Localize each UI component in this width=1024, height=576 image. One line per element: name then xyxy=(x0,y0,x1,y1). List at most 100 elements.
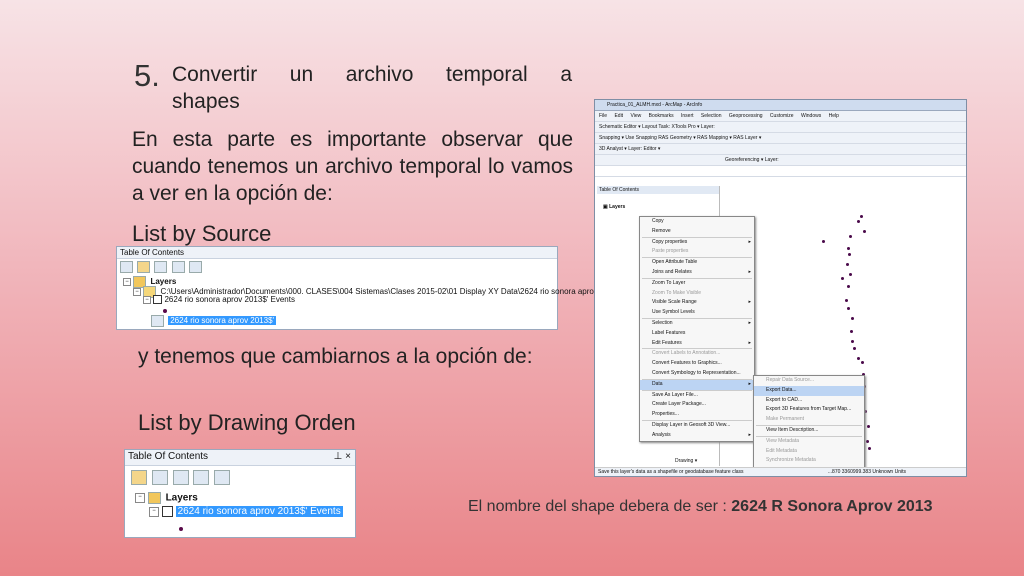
menu-windows[interactable]: Windows xyxy=(801,113,821,119)
toc-source-table-row[interactable]: 2624 rio sonora aprov 2013$' xyxy=(151,315,277,327)
context-item-convert-symbology-to-representation[interactable]: Convert Symbology to Representation... xyxy=(640,369,754,379)
drawing-toolbar[interactable]: Drawing ▾ xyxy=(675,458,697,464)
context-item-joins-and-relates[interactable]: Joins and Relates ▸ xyxy=(640,268,754,278)
context-item-save-as-layer-file[interactable]: Save As Layer File... xyxy=(640,391,754,401)
layers-label: Layers xyxy=(150,277,177,287)
toc-drawing-layer-row[interactable]: − 2624 rio sonora aprov 2013$' Events xyxy=(149,506,343,518)
list-by-selection-icon[interactable] xyxy=(193,470,210,485)
status-text: Save this layer's data as a shapefile or… xyxy=(598,469,744,475)
toolbar-schematic[interactable]: Schematic Editor ▾ Layout Task: XTools P… xyxy=(595,122,966,133)
map-event-point xyxy=(857,220,860,223)
data-item-view-metadata[interactable]: View Metadata xyxy=(754,437,864,447)
context-item-zoom-to-make-visible[interactable]: Zoom To Make Visible xyxy=(640,289,754,299)
data-item-make-permanent[interactable]: Make Permanent xyxy=(754,415,864,425)
list-by-drawing-order-icon[interactable] xyxy=(131,470,147,485)
menu-customize[interactable]: Customize xyxy=(770,113,794,119)
context-item-visible-scale-range[interactable]: Visible Scale Range ▸ xyxy=(640,298,754,308)
data-item-edit-metadata[interactable]: Edit Metadata xyxy=(754,447,864,457)
context-item-convert-labels-to-annotation[interactable]: Convert Labels to Annotation... xyxy=(640,349,754,359)
point-symbol-dot xyxy=(163,306,167,315)
collapse-icon[interactable]: − xyxy=(133,288,141,296)
toc-list-by-source: Table Of Contents − Layers − C:\Users\Ad… xyxy=(116,246,634,330)
context-item-open-attribute-table[interactable]: Open Attribute Table xyxy=(640,258,754,268)
pin-close-icon[interactable]: ⊥ × xyxy=(334,451,351,462)
toolbar-georeferencing[interactable]: Georeferencing ▾ Layer: xyxy=(595,155,966,166)
data-item-export-to-cad[interactable]: Export to CAD... xyxy=(754,396,864,406)
data-item-view-item-description[interactable]: View Item Description... xyxy=(754,426,864,436)
options-icon[interactable] xyxy=(214,470,231,485)
map-event-point xyxy=(868,447,871,450)
paragraph-intro: En esta parte es importante observar que… xyxy=(132,128,573,205)
layer-visibility-checkbox[interactable] xyxy=(161,506,173,517)
submenu-arrow-icon: ▸ xyxy=(748,299,751,306)
menu-insert[interactable]: Insert xyxy=(681,113,694,119)
collapse-icon[interactable]: − xyxy=(149,506,159,517)
collapse-icon[interactable]: − xyxy=(135,493,145,503)
list-by-source-icon[interactable] xyxy=(151,470,168,485)
selected-layer-label: 2624 rio sonora aprov 2013$' Events xyxy=(175,506,343,518)
toc-drawing-layers-row[interactable]: − Layers xyxy=(135,492,198,504)
map-event-point xyxy=(863,230,866,233)
map-event-point xyxy=(867,425,870,428)
paragraph-change-option: y tenemos que cambiarnos a la opción de: xyxy=(138,345,533,368)
inner-toc-layers[interactable]: ▣ Layers xyxy=(597,204,719,210)
sheet-label: 2624 rio sonora aprov 2013$' Events xyxy=(164,295,295,304)
context-item-zoom-to-layer[interactable]: Zoom To Layer xyxy=(640,279,754,289)
data-item-repair-data-source[interactable]: Repair Data Source... xyxy=(754,376,864,386)
submenu-arrow-icon: ▸ xyxy=(748,319,751,326)
list-by-visibility-icon[interactable] xyxy=(154,261,168,273)
collapse-icon[interactable]: − xyxy=(143,295,151,304)
map-event-point xyxy=(848,253,851,256)
menu-selection[interactable]: Selection xyxy=(701,113,722,119)
data-item-synchronize-metadata[interactable]: Synchronize Metadata xyxy=(754,456,864,466)
context-item-properties[interactable]: Properties... xyxy=(640,410,754,420)
map-event-point xyxy=(846,263,849,266)
toolbar-tools[interactable] xyxy=(595,166,966,177)
menu-bookmarks[interactable]: Bookmarks xyxy=(649,113,674,119)
menu-view[interactable]: View xyxy=(630,113,641,119)
window-title: Practica_01_ALMH.mxd - ArcMap - ArcInfo xyxy=(595,100,966,111)
context-item-convert-features-to-graphics[interactable]: Convert Features to Graphics... xyxy=(640,359,754,369)
submenu-arrow-icon: ▸ xyxy=(748,431,751,438)
menu-help[interactable]: Help xyxy=(829,113,839,119)
list-by-visibility-icon[interactable] xyxy=(172,470,189,485)
step-title: Convertir un archivo temporal a xyxy=(172,63,572,86)
context-item-remove[interactable]: Remove xyxy=(640,227,754,237)
context-item-paste-properties[interactable]: Paste properties xyxy=(640,247,754,257)
context-item-selection[interactable]: Selection ▸ xyxy=(640,319,754,329)
status-bar: Save this layer's data as a shapefile or… xyxy=(595,467,966,476)
heading-list-by-drawing-order: List by Drawing Orden xyxy=(138,410,356,435)
toolbar-3d-analyst[interactable]: 3D Analyst ▾ Layer: Editor ▾ xyxy=(595,144,966,155)
list-by-source-icon[interactable] xyxy=(137,261,151,273)
map-event-point xyxy=(849,235,852,238)
toc-source-sheet-row[interactable]: − 2624 rio sonora aprov 2013$' Events xyxy=(143,295,295,305)
footer-shape-name: 2624 R Sonora Aprov 2013 xyxy=(731,498,933,515)
context-item-edit-features[interactable]: Edit Features ▸ xyxy=(640,339,754,349)
context-item-use-symbol-levels[interactable]: Use Symbol Levels xyxy=(640,308,754,318)
map-event-point xyxy=(841,277,844,280)
list-by-selection-icon[interactable] xyxy=(171,261,185,273)
toolbar-snapping[interactable]: Snapping ▾ Use Snapping RAS Geometry ▾ R… xyxy=(595,133,966,144)
inner-layers-label: Layers xyxy=(609,204,626,210)
map-event-point xyxy=(851,317,854,320)
inner-toc-title: Table Of Contents xyxy=(597,186,719,194)
context-item-label-features[interactable]: Label Features xyxy=(640,329,754,339)
data-item-export-data[interactable]: Export Data... xyxy=(754,385,864,396)
context-item-copy-properties[interactable]: Copy properties ▸ xyxy=(640,238,754,248)
inner-toc-buttons[interactable] xyxy=(597,194,719,204)
data-submenu: Repair Data Source... Export Data... Expor… xyxy=(753,375,865,476)
menu-edit[interactable]: Edit xyxy=(614,113,623,119)
context-item-create-layer-package[interactable]: Create Layer Package... xyxy=(640,400,754,410)
layer-visibility-checkbox[interactable] xyxy=(153,295,163,305)
context-item-data[interactable]: Data ▸ xyxy=(640,379,754,390)
collapse-icon[interactable]: − xyxy=(123,278,131,286)
list-by-drawing-order-icon[interactable] xyxy=(120,261,133,273)
context-item-copy[interactable]: Copy xyxy=(640,217,754,227)
menu-file[interactable]: File xyxy=(599,113,607,119)
context-item-display-layer-in-geosoft-3d-view[interactable]: Display Layer in Geosoft 3D View... xyxy=(640,421,754,431)
options-icon[interactable] xyxy=(188,261,202,273)
data-item-export-3d-features-from-target-map[interactable]: Export 3D Features from Target Map... xyxy=(754,405,864,415)
context-item-analysis[interactable]: Analysis ▸ xyxy=(640,431,754,441)
menu-geoprocessing[interactable]: Geoprocessing xyxy=(729,113,763,119)
footer-prefix: El nombre del shape debera de ser : xyxy=(468,498,727,515)
